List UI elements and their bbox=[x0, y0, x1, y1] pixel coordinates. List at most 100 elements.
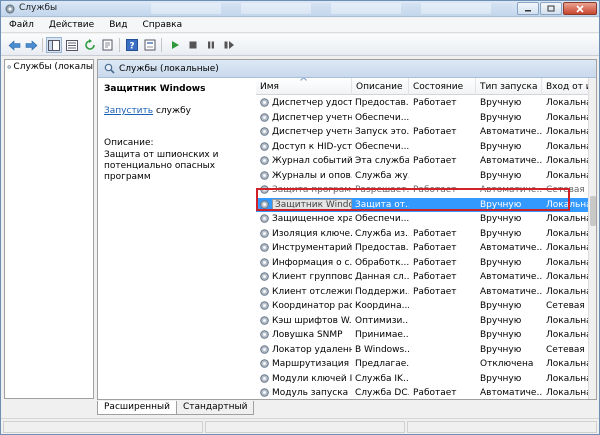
maximize-icon bbox=[547, 5, 555, 12]
table-cell: Поддержи... bbox=[355, 286, 409, 297]
show-console-tree-button[interactable] bbox=[46, 37, 62, 53]
table-cell: Обеспечи... bbox=[355, 112, 409, 123]
table-row[interactable]: Клиент группово...Данная сл... Работает Ав… bbox=[256, 270, 596, 284]
gear-icon bbox=[260, 330, 269, 339]
toolbar-separator bbox=[42, 38, 43, 52]
vertical-scrollbar[interactable] bbox=[588, 78, 596, 399]
table-row[interactable]: Ловушка SNMP Принимае... Вручную Локальна bbox=[256, 328, 596, 342]
export-list-button[interactable] bbox=[100, 37, 116, 53]
blurred-background-tabs bbox=[151, 3, 511, 14]
list-view-button[interactable] bbox=[64, 37, 80, 53]
menu-action[interactable]: Действие bbox=[41, 18, 101, 32]
table-cell: Диспетчер удост... bbox=[272, 98, 352, 108]
pause-service-button[interactable] bbox=[203, 37, 219, 53]
table-row[interactable]: Доступ к HID-уст... Обеспечи... Вручную Лок… bbox=[256, 140, 596, 154]
table-cell: Отключена bbox=[480, 359, 534, 369]
back-button[interactable] bbox=[6, 37, 22, 53]
scrollbar-thumb[interactable] bbox=[590, 196, 596, 226]
table-cell: Работает bbox=[413, 272, 457, 282]
gear-icon bbox=[260, 185, 269, 194]
table-row[interactable]: Диспетчер учетн...Запуск это... Работает А… bbox=[256, 125, 596, 139]
menu-help[interactable]: Справка bbox=[134, 18, 189, 32]
table-row[interactable]: Защита програм...Разрешает... Работает Авт… bbox=[256, 183, 596, 197]
table-row[interactable]: Модули ключей I... Служба IK... Вручную Лок… bbox=[256, 372, 596, 386]
table-cell: Журнал событий... bbox=[272, 156, 352, 166]
maximize-button[interactable] bbox=[540, 2, 562, 15]
services-pane: Службы (локальные) Защитник Windows Запу… bbox=[97, 59, 597, 400]
menu-bar: Файл Действие Вид Справка bbox=[1, 18, 599, 33]
pane-header-title: Службы (локальные) bbox=[119, 63, 219, 74]
pane-header: Службы (локальные) bbox=[98, 60, 596, 78]
close-icon bbox=[576, 4, 584, 13]
table-row[interactable]: Инструментарий ...Предостав... Работает Ав… bbox=[256, 241, 596, 255]
table-cell: Вручную bbox=[480, 373, 522, 384]
table-cell: Вручную bbox=[480, 214, 522, 224]
menu-view[interactable]: Вид bbox=[101, 18, 134, 32]
column-header-startup-type[interactable]: Тип запуска bbox=[476, 78, 542, 95]
title-bar[interactable]: Службы bbox=[1, 1, 599, 17]
toolbar: ? bbox=[1, 34, 599, 56]
tab-extended[interactable]: Расширенный bbox=[97, 401, 177, 415]
close-button[interactable] bbox=[563, 2, 597, 15]
gear-icon bbox=[260, 257, 269, 267]
selected-service-name: Защитник Windows bbox=[104, 84, 206, 94]
status-segment bbox=[205, 421, 405, 433]
column-header-name[interactable]: Имя bbox=[256, 78, 352, 95]
table-cell: Автоматиче... bbox=[480, 388, 542, 398]
services-table: Имя Описание Состояние Тип запуска Вход … bbox=[256, 78, 596, 399]
table-row[interactable]: Кэш шрифтов W... Оптимизи... Вручную Локаль… bbox=[256, 314, 596, 328]
start-service-button[interactable] bbox=[167, 37, 183, 53]
table-cell: Вручную bbox=[480, 257, 522, 268]
window-title: Службы bbox=[19, 3, 58, 13]
services-app-icon bbox=[5, 4, 15, 14]
table-row[interactable]: Локатор удаленн...В Windows...ВручнуюСет… bbox=[256, 343, 596, 357]
table-row[interactable]: Диспетчер удост...Предостав... Работает Вр… bbox=[256, 96, 596, 110]
refresh-button[interactable] bbox=[82, 37, 98, 53]
column-header-description[interactable]: Описание bbox=[352, 78, 409, 95]
tab-standard[interactable]: Стандартный bbox=[175, 401, 255, 415]
gear-icon bbox=[260, 228, 269, 238]
table-cell: Ловушка SNMP bbox=[272, 330, 343, 340]
tree-item-label: Службы (локалы bbox=[13, 62, 93, 72]
gear-icon bbox=[260, 388, 269, 397]
forward-button[interactable] bbox=[23, 37, 39, 53]
table-row[interactable]: Изоляция ключе... Служба из... Работает Вру… bbox=[256, 227, 596, 241]
table-cell: Автоматиче... bbox=[480, 286, 542, 297]
table-cell: Вручную bbox=[480, 301, 522, 311]
table-row-selected[interactable]: Защитник WindowsЗащита от...ВручнуюЛокал… bbox=[256, 197, 596, 212]
table-row[interactable]: Диспетчер учетн...Обеспечи...ВручнуюЛока… bbox=[256, 111, 596, 125]
restart-service-button[interactable] bbox=[221, 37, 237, 53]
table-cell: Журналы и опов... bbox=[272, 170, 352, 181]
search-icon bbox=[104, 63, 115, 74]
table-row[interactable]: Журналы и опов...Служба жу...ВручнуюЛока… bbox=[256, 169, 596, 183]
table-cell: Разрешает... bbox=[355, 185, 409, 195]
table-cell bbox=[413, 316, 475, 328]
table-cell: Автоматиче... bbox=[480, 185, 542, 195]
tree-item-services-local[interactable]: Службы (локалы bbox=[7, 62, 93, 72]
table-cell: Оптимизи... bbox=[355, 315, 409, 326]
start-service-link[interactable]: Запустить bbox=[104, 106, 153, 116]
table-row[interactable]: Защищенное хра...Обеспечи...ВручнуюЛокал… bbox=[256, 212, 596, 226]
table-cell: Служба жу... bbox=[355, 170, 409, 181]
table-cell bbox=[413, 345, 475, 357]
table-cell: Принимае... bbox=[355, 330, 409, 340]
column-headers: Имя Описание Состояние Тип запуска Вход … bbox=[256, 78, 596, 95]
properties-button[interactable] bbox=[142, 37, 158, 53]
extended-description-panel: Защитник Windows Запустить службу Описан… bbox=[98, 78, 253, 399]
table-cell: Работает bbox=[413, 286, 457, 297]
table-row[interactable]: Координатор рас...Координа...ВручнуюСете… bbox=[256, 299, 596, 313]
table-cell: Вручную bbox=[480, 141, 522, 152]
menu-file[interactable]: Файл bbox=[1, 18, 41, 32]
column-header-status[interactable]: Состояние bbox=[409, 78, 476, 95]
table-cell: Работает bbox=[413, 228, 457, 239]
table-cell: Работает bbox=[413, 388, 457, 398]
table-row[interactable]: Журнал событий...Эта служба... Работает Ав… bbox=[256, 154, 596, 168]
minimize-button[interactable] bbox=[517, 2, 539, 15]
table-row[interactable]: Маршрутизация ... Предлагае... Отключена Ло… bbox=[256, 357, 596, 371]
stop-service-button[interactable] bbox=[185, 37, 201, 53]
gear-icon bbox=[260, 359, 269, 368]
table-row[interactable]: Информация о с... Обработк... Работает Вруч… bbox=[256, 256, 596, 270]
table-row[interactable]: Модуль запуска ...Служба DC... Работает Ав… bbox=[256, 386, 596, 399]
help-button[interactable]: ? bbox=[124, 37, 140, 53]
table-row[interactable]: Клиент отслежив...Поддержи... Работает Авт… bbox=[256, 285, 596, 299]
